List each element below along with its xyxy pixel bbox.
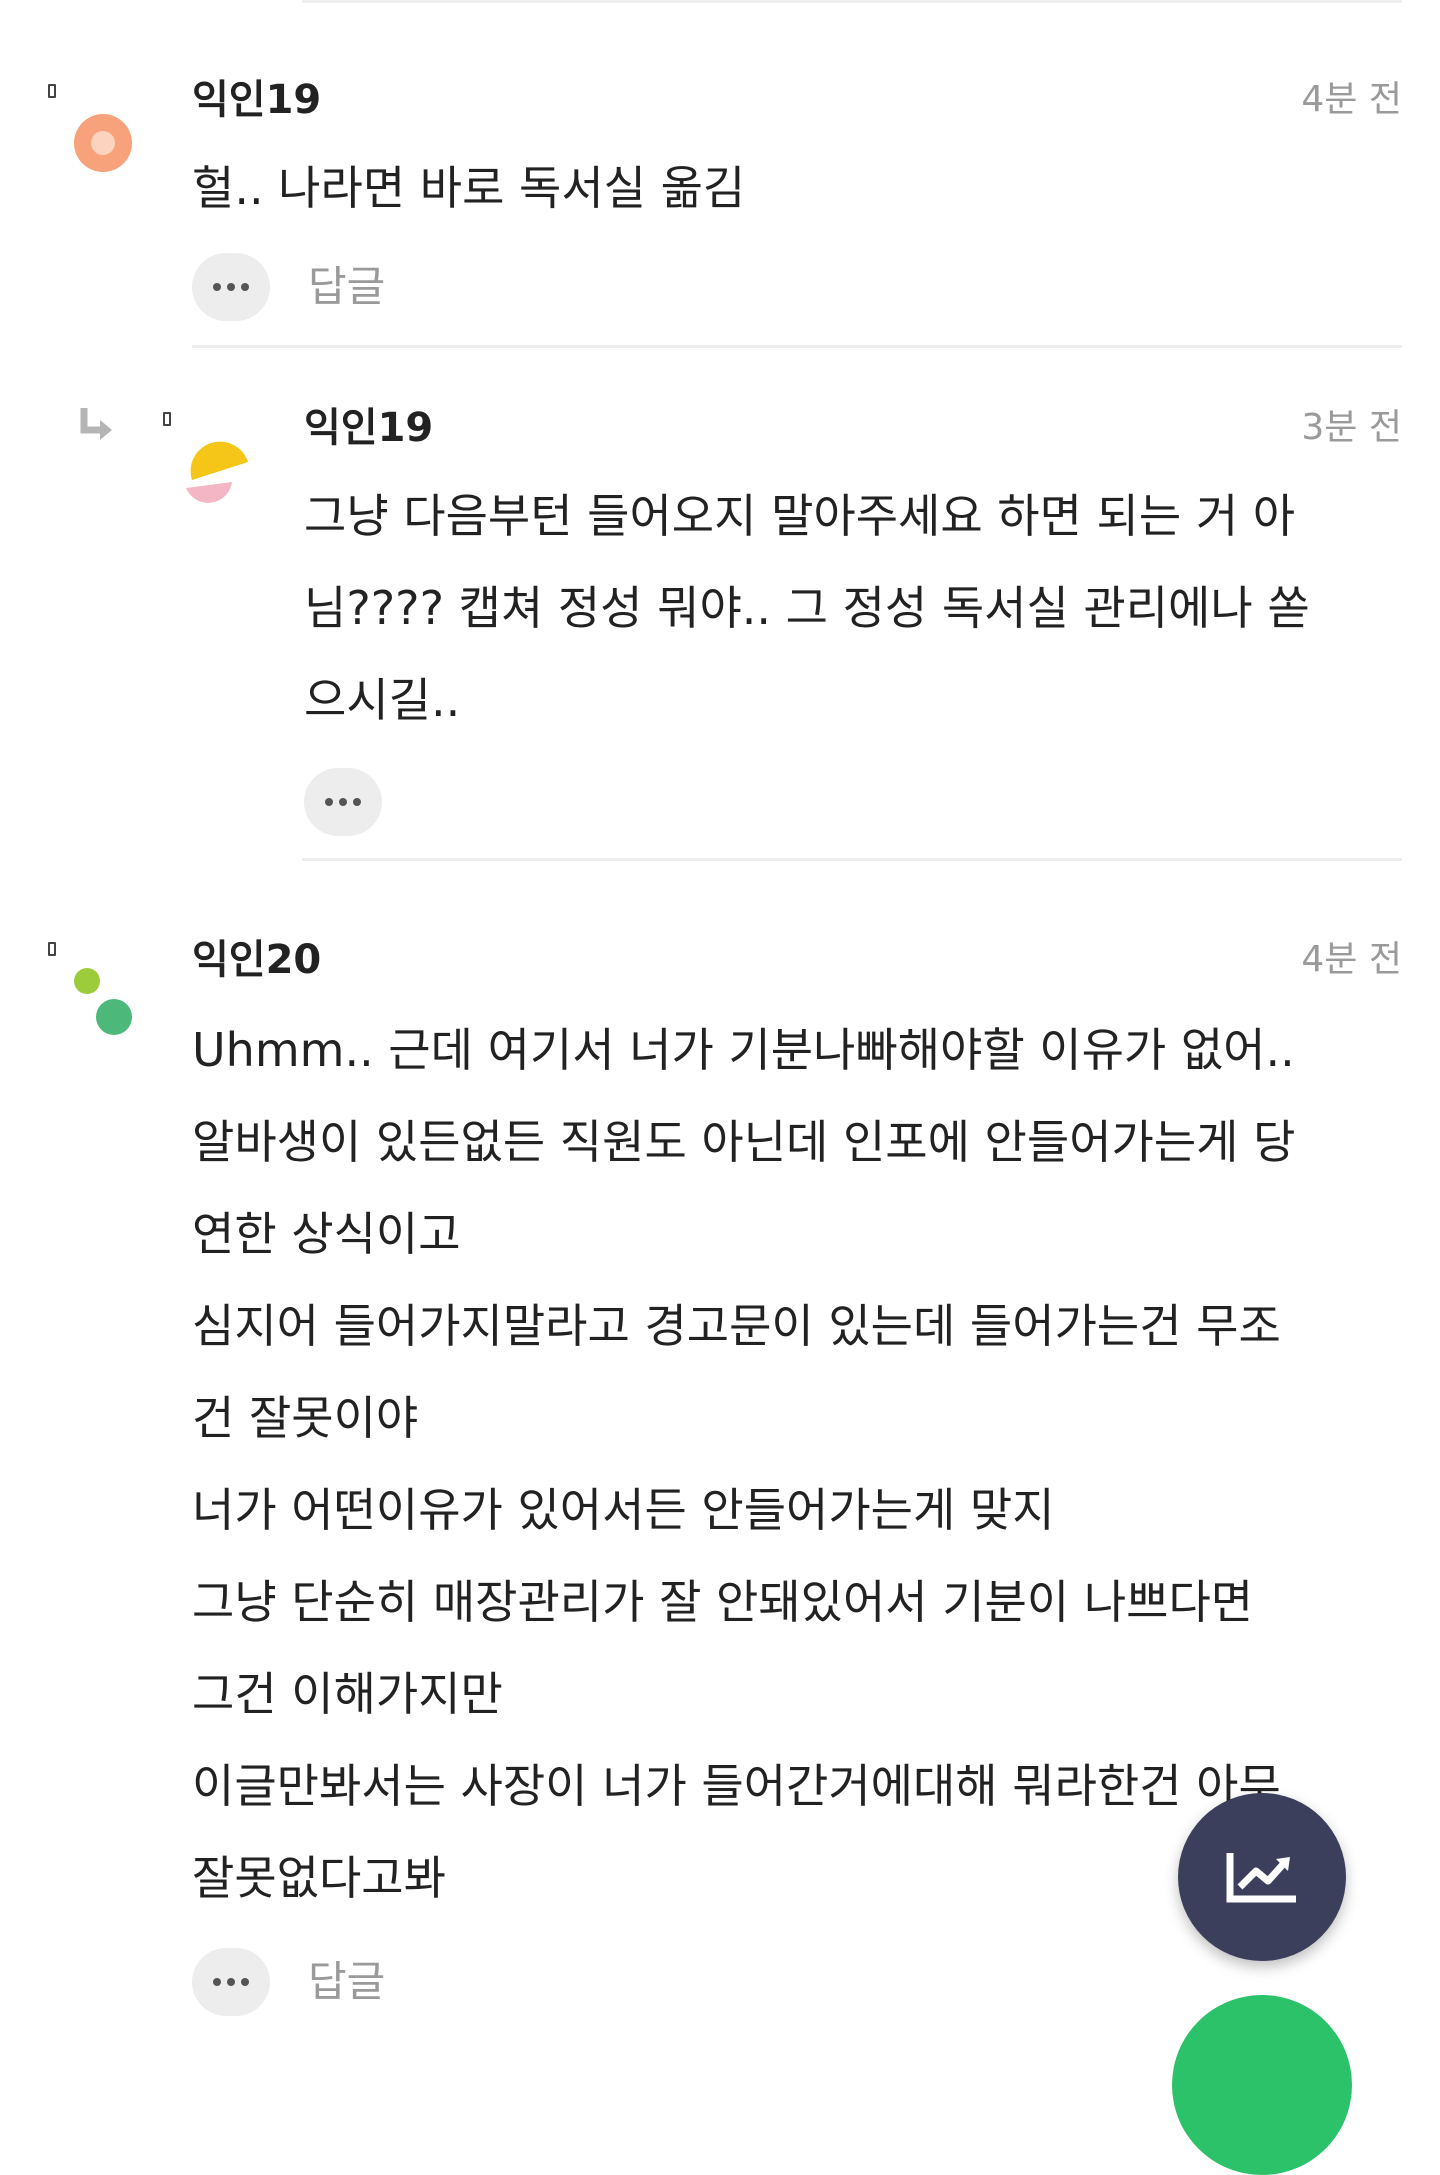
comment-author[interactable]: 익인19 [192,76,321,124]
comment-text-line: Uhmm.. 근데 여기서 너가 기분나빠해야할 이유가 없어.. [192,1023,1295,1077]
comment-text-line: 심지어 들어가지말라고 경고문이 있는데 들어가는건 무조 [192,1299,1281,1353]
comment-text-line: 그건 이해가지만 [192,1667,503,1721]
more-options-button[interactable] [304,768,382,836]
comment-text-line: 님???? 캡쳐 정성 뭐야.. 그 정성 독서실 관리에나 쏟 [304,581,1310,635]
comment-text-line: 너가 어떤이유가 있어서든 안들어가는게 맞지 [192,1483,1055,1537]
reply-button[interactable]: 답글 [308,1948,385,2016]
avatar-green-dots-icon [74,968,132,1035]
reply-arrow-icon [80,408,112,440]
comment-time: 3분 전 [1301,407,1402,448]
reply-button[interactable]: 답글 [308,253,385,321]
avatar-yellow-pink-icon [186,441,248,503]
comment-time: 4분 전 [1301,79,1402,120]
avatar-orange-ring-icon [74,114,132,172]
comment-author[interactable]: 익인20 [192,936,321,984]
comment-time: 4분 전 [1301,939,1402,980]
comment-marker-icon [48,942,56,956]
trend-chart-icon [1226,1853,1296,1903]
comment-marker-icon [163,412,171,426]
comment-text-line: 알바생이 있든없든 직원도 아닌데 인포에 안들어가는게 당 [192,1115,1296,1169]
comment-text-line: 건 잘못이야 [192,1391,419,1445]
top-divider [302,0,1402,3]
comment-text-line: 잘못없다고봐 [192,1851,446,1905]
comment-text-line: 그냥 단순히 매장관리가 잘 안돼있어서 기분이 나쁘다면 [192,1575,1254,1629]
comment-text-line: 연한 상식이고 [192,1207,461,1261]
comment-author[interactable]: 익인19 [304,404,433,452]
comment-text-line: 그냥 다음부턴 들어오지 말아주세요 하면 되는 거 아 [304,489,1296,543]
trend-floating-button[interactable] [1178,1793,1346,1961]
secondary-floating-button[interactable] [1172,1995,1352,2175]
more-options-button[interactable] [192,1948,270,2016]
comment-marker-icon [48,84,56,98]
comment-text-line: 이글만봐서는 사장이 너가 들어간거에대해 뭐라한건 아무 [192,1759,1281,1813]
comment-text-line: 으시길.. [304,673,461,727]
more-options-button[interactable] [192,253,270,321]
comment-text-line: 헐.. 나라면 바로 독서실 옮김 [192,161,746,215]
comment-divider [302,858,1402,861]
comment-divider [192,345,1402,348]
